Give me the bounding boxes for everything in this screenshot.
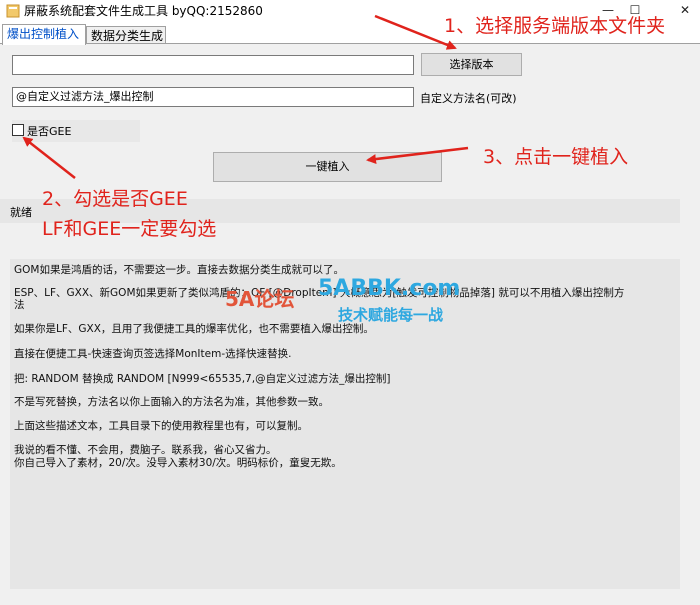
- app-window: 屏蔽系统配套文件生成工具 byQQ:2152860 — ☐ ✕ 爆出控制植入 数…: [0, 0, 700, 605]
- info-line: 你自己导入了素材，20/次。没导入素材30/次。明码标价，童叟无欺。: [14, 457, 342, 469]
- annotation-step1: 1、选择服务端版本文件夹: [444, 15, 666, 37]
- window-title: 屏蔽系统配套文件生成工具 byQQ:2152860: [24, 4, 263, 18]
- select-version-button[interactable]: 选择版本: [421, 53, 522, 76]
- info-line: 不是写死替换，方法名以你上面输入的方法名为准，其他参数一致。: [14, 396, 329, 408]
- info-line: 直接在便捷工具-快速查询页签选择MonItem-选择快速替换.: [14, 348, 292, 360]
- annotation-step3: 3、点击一键植入: [483, 146, 629, 168]
- watermark-brand: 5A论坛: [225, 287, 295, 311]
- annotation-step2-line1: 2、勾选是否GEE: [42, 188, 188, 210]
- info-line: 上面这些描述文本，工具目录下的使用教程里也有，可以复制。: [14, 420, 308, 432]
- method-name-hint: 自定义方法名(可改): [420, 92, 517, 105]
- close-icon[interactable]: ✕: [672, 0, 698, 22]
- info-line: 如果你是LF、GXX，且用了我便捷工具的爆率优化，也不需要植入爆出控制。: [14, 323, 374, 335]
- watermark-site: 5ABBK.com: [318, 276, 461, 301]
- gee-checkbox-label[interactable]: 是否GEE: [27, 123, 71, 139]
- tab-drop-control[interactable]: 爆出控制植入: [2, 24, 86, 45]
- version-path-input[interactable]: [12, 55, 414, 75]
- info-line: GOM如果是鸿盾的话，不需要这一步。直接去数据分类生成就可以了。: [14, 264, 344, 276]
- method-name-input[interactable]: @自定义过滤方法_爆出控制: [12, 87, 414, 107]
- info-line: 把: RANDOM 替换成 RANDOM [N999<65535,7,@自定义过…: [14, 373, 391, 385]
- annotation-step2-line2: LF和GEE一定要勾选: [42, 218, 217, 240]
- info-line: 法: [14, 299, 25, 311]
- status-text: 就绪: [10, 206, 32, 219]
- app-icon: [6, 4, 20, 18]
- gee-checkbox[interactable]: [12, 124, 24, 136]
- tab-data-classify[interactable]: 数据分类生成: [86, 26, 166, 44]
- watermark-slogan: 技术赋能每一战: [338, 306, 444, 324]
- one-click-implant-button[interactable]: 一键植入: [213, 152, 442, 182]
- gee-checkbox-row: 是否GEE: [12, 120, 140, 142]
